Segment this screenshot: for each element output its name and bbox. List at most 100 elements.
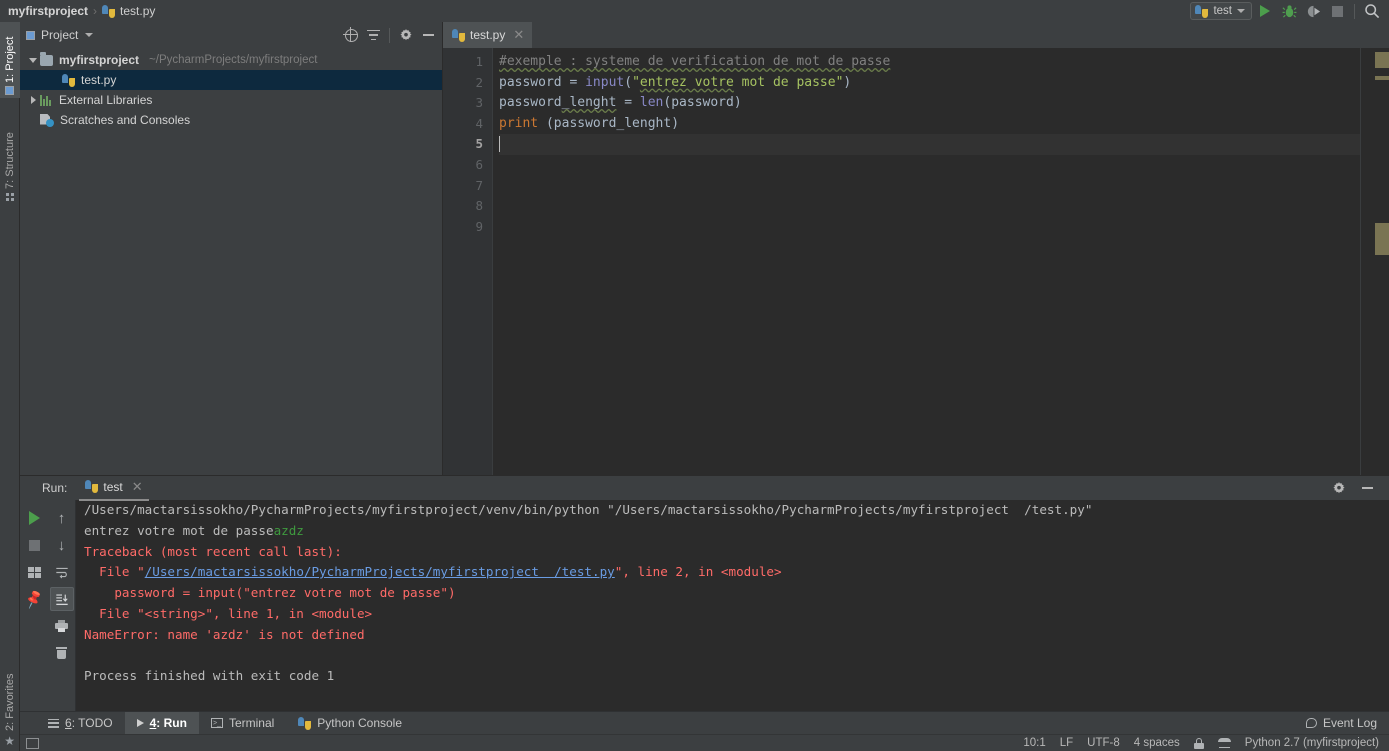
run-toolbar-primary: 📌 xyxy=(20,500,48,711)
caret-position[interactable]: 10:1 xyxy=(1023,737,1045,749)
line-number: 6 xyxy=(475,156,483,172)
bug-icon xyxy=(1282,4,1296,18)
run-configuration-selector[interactable]: test xyxy=(1190,2,1252,20)
run-panel-body: 📌 ↑ ↓ /Users/mactarsissokho/PycharmProje… xyxy=(20,500,1389,711)
code-line: password_lenght = len(password) xyxy=(499,93,1360,114)
python-interpreter[interactable]: Python 2.7 (myfirstproject) xyxy=(1245,737,1379,749)
arrow-up-icon: ↑ xyxy=(57,509,66,527)
run-button[interactable] xyxy=(1254,1,1276,21)
console-text: azdz xyxy=(273,522,304,538)
scroll-to-end-icon xyxy=(55,593,68,605)
stop-button[interactable] xyxy=(1326,1,1348,21)
gear-icon xyxy=(400,29,412,41)
tree-item-myfirstproject[interactable]: myfirstproject ~/PycharmProjects/myfirst… xyxy=(20,50,442,70)
project-panel-header: Project xyxy=(20,22,442,48)
code-token: ( xyxy=(624,74,633,90)
console-text: NameError: name 'azdz' is not defined xyxy=(84,626,365,642)
line-number: 2 xyxy=(475,74,483,90)
editor-line-number-gutter: 1 2 3 4 5 6 7 8 9 xyxy=(443,48,493,475)
sidebar-tab-project[interactable]: 1: Project xyxy=(0,22,20,98)
select-opened-file-button[interactable] xyxy=(341,25,361,45)
code-token: (password_lenght) xyxy=(538,115,680,131)
show-console-button[interactable] xyxy=(22,560,46,584)
sidebar-tab-favorites-label: 2: Favorites xyxy=(4,673,16,731)
breadcrumb-file[interactable]: test.py xyxy=(120,4,155,18)
star-icon: ★ xyxy=(4,734,16,748)
bottom-tab-python-console[interactable]: Python Console xyxy=(286,712,414,735)
lock-icon[interactable] xyxy=(1193,737,1204,749)
tree-item-test-py[interactable]: test.py xyxy=(20,70,442,90)
settings-button[interactable] xyxy=(396,25,416,45)
editor-tab-bar: test.py ✕ xyxy=(443,22,1389,48)
console-output[interactable]: /Users/mactarsissokho/PycharmProjects/my… xyxy=(76,500,1389,711)
close-icon[interactable]: ✕ xyxy=(132,479,143,495)
console-text: /Users/mactarsissokho/PycharmProjects/my… xyxy=(84,502,1093,517)
file-encoding[interactable]: UTF-8 xyxy=(1087,737,1120,749)
code-line: #exemple : systeme de verification de mo… xyxy=(499,52,1360,73)
pin-tab-button[interactable]: 📌 xyxy=(22,587,46,611)
close-icon[interactable]: ✕ xyxy=(513,27,524,43)
bottom-tab-todo[interactable]: 6: TODO xyxy=(36,712,125,735)
error-marker[interactable] xyxy=(1375,52,1389,68)
database-icon[interactable] xyxy=(1217,737,1231,749)
sidebar-tab-structure[interactable]: 7: Structure xyxy=(0,118,20,204)
bottom-tab-python-console-label: Python Console xyxy=(317,716,403,730)
editor-marker-gutter[interactable] xyxy=(1360,48,1389,475)
editor-tab-test-py[interactable]: test.py ✕ xyxy=(443,22,533,48)
line-separator[interactable]: LF xyxy=(1060,737,1073,749)
stop-icon xyxy=(28,539,40,551)
tree-item-external-libraries[interactable]: External Libraries xyxy=(20,90,442,110)
bottom-tab-run[interactable]: 4: Run xyxy=(124,711,199,735)
console-text: Process finished with exit code 1 xyxy=(84,668,335,684)
chevron-right-icon[interactable] xyxy=(26,96,40,104)
python-icon xyxy=(1195,4,1209,18)
soft-wrap-button[interactable] xyxy=(50,560,74,584)
tree-item-scratches-and-consoles[interactable]: Scratches and Consoles xyxy=(20,110,442,130)
warning-marker[interactable] xyxy=(1375,223,1389,255)
run-tab-test[interactable]: test ✕ xyxy=(79,479,149,501)
hide-run-panel-button[interactable] xyxy=(1357,478,1377,498)
code-text-area[interactable]: #exemple : systeme de verification de mo… xyxy=(493,48,1360,475)
code-token: = xyxy=(616,95,640,111)
bottom-tab-terminal[interactable]: >_ Terminal xyxy=(199,712,286,735)
run-coverage-button[interactable] xyxy=(1302,1,1324,21)
code-token: = xyxy=(569,74,586,90)
indent-setting[interactable]: 4 spaces xyxy=(1134,737,1180,749)
gear-icon xyxy=(1333,482,1345,494)
debug-button[interactable] xyxy=(1278,1,1300,21)
event-log-button[interactable]: Event Log xyxy=(1305,716,1389,730)
code-token: #exemple : systeme de verification de mo… xyxy=(499,54,891,69)
code-token: mot de passe" xyxy=(733,74,844,90)
chevron-down-icon xyxy=(1237,9,1245,13)
code-token: input xyxy=(585,74,625,90)
bottom-tool-tabs: 6: TODO 4: Run >_ Terminal Python Consol… xyxy=(20,711,1389,735)
print-button[interactable] xyxy=(50,614,74,638)
down-the-stack-trace-button[interactable]: ↓ xyxy=(50,533,74,557)
clear-all-button[interactable] xyxy=(50,641,74,665)
code-line: password = input("entrez votre mot de pa… xyxy=(499,73,1360,94)
rerun-button[interactable] xyxy=(22,506,46,530)
run-settings-button[interactable] xyxy=(1329,478,1349,498)
hide-panel-button[interactable] xyxy=(418,25,438,45)
code-token: print xyxy=(499,115,539,131)
console-file-link[interactable]: /Users/mactarsissokho/PycharmProjects/my… xyxy=(145,564,615,579)
pycharm-window: myfirstproject › test.py test 1: Project… xyxy=(0,0,1389,751)
bottom-tab-run-label: : Run xyxy=(156,716,187,730)
collapse-all-button[interactable] xyxy=(363,25,383,45)
editor-area: test.py ✕ 1 2 3 4 5 6 7 8 9 #exemple : systeme d… xyxy=(443,22,1389,475)
warning-marker[interactable] xyxy=(1375,76,1389,80)
scroll-to-end-button[interactable] xyxy=(49,587,74,611)
console-line: Process finished with exit code 1 xyxy=(84,666,1389,687)
search-everywhere-button[interactable] xyxy=(1361,1,1383,21)
run-toolbar-secondary: ↑ ↓ xyxy=(48,500,76,711)
stop-process-button[interactable] xyxy=(22,533,46,557)
memory-indicator-icon[interactable] xyxy=(26,737,39,749)
run-panel-header-actions xyxy=(1329,478,1389,498)
chevron-down-icon[interactable] xyxy=(85,33,94,37)
breadcrumb-project[interactable]: myfirstproject xyxy=(8,4,88,18)
sidebar-tab-favorites[interactable]: ★ 2: Favorites xyxy=(0,647,20,751)
code-line: print (password_lenght) xyxy=(499,114,1360,135)
chevron-down-icon[interactable] xyxy=(26,57,40,63)
up-the-stack-trace-button[interactable]: ↑ xyxy=(50,506,74,530)
